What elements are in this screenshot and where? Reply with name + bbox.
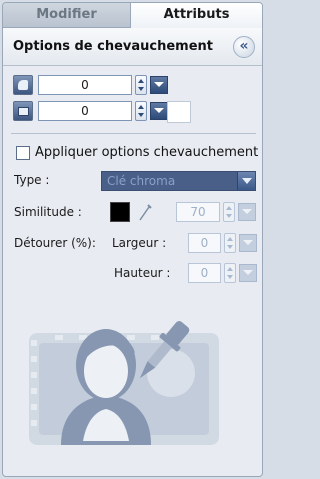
chroma-key-illustration	[29, 321, 219, 445]
type-label: Type :	[14, 173, 50, 187]
section-header: Options de chevauchement «	[3, 28, 262, 66]
overlay-frame-spinner[interactable]	[135, 101, 147, 121]
crop-height-label: Hauteur :	[114, 266, 171, 280]
collapse-button[interactable]: «	[233, 36, 255, 58]
similarity-dropdown-button[interactable]	[238, 203, 256, 221]
crop-width-spinner[interactable]	[224, 233, 236, 253]
apply-overlay-label[interactable]: Appliquer options chevauchement	[35, 145, 258, 160]
overlay-shape-value-field[interactable]: 0	[38, 75, 132, 95]
apply-overlay-checkbox[interactable]	[16, 146, 30, 160]
eyedropper-icon[interactable]	[137, 202, 153, 222]
type-select[interactable]: Clé chroma	[101, 171, 256, 191]
similarity-color-swatch[interactable]	[110, 202, 130, 222]
overlay-shape-spinner[interactable]	[135, 75, 147, 95]
crop-width-field[interactable]: 0	[188, 233, 221, 253]
frame-icon[interactable]	[13, 101, 33, 121]
tab-attributs[interactable]: Attributs	[131, 3, 262, 28]
frame-color-swatch[interactable]	[167, 101, 191, 123]
crop-height-dropdown-button[interactable]	[239, 264, 257, 282]
similarity-value-field[interactable]: 70	[176, 202, 220, 222]
overlay-frame-row: 0	[13, 101, 193, 123]
overlay-shape-dropdown-button[interactable]	[150, 76, 168, 94]
chevron-down-icon	[237, 172, 255, 190]
crop-label: Détourer (%):	[14, 236, 96, 250]
double-chevron-left-icon: «	[239, 38, 249, 54]
crop-width-dropdown-button[interactable]	[239, 234, 257, 252]
overlay-shape-row: 0	[13, 75, 193, 95]
overlay-frame-dropdown-button[interactable]	[150, 102, 168, 120]
crop-height-field[interactable]: 0	[188, 263, 221, 283]
crop-width-label: Largeur :	[112, 236, 167, 250]
type-select-value: Clé chroma	[107, 174, 176, 188]
similarity-label: Similitude :	[14, 205, 82, 219]
overlay-frame-value-field[interactable]: 0	[38, 101, 132, 121]
tab-modifier[interactable]: Modifier	[3, 3, 131, 28]
section-divider	[11, 133, 256, 134]
crop-height-spinner[interactable]	[224, 263, 236, 283]
mask-shape-icon[interactable]	[13, 75, 33, 95]
overlay-options-panel: Modifier Attributs Options de chevauchem…	[2, 2, 263, 477]
section-title: Options de chevauchement	[13, 39, 214, 54]
similarity-spinner[interactable]	[223, 202, 235, 222]
tab-bar: Modifier Attributs	[3, 3, 262, 28]
apply-overlay-row: Appliquer options chevauchement	[16, 145, 258, 161]
